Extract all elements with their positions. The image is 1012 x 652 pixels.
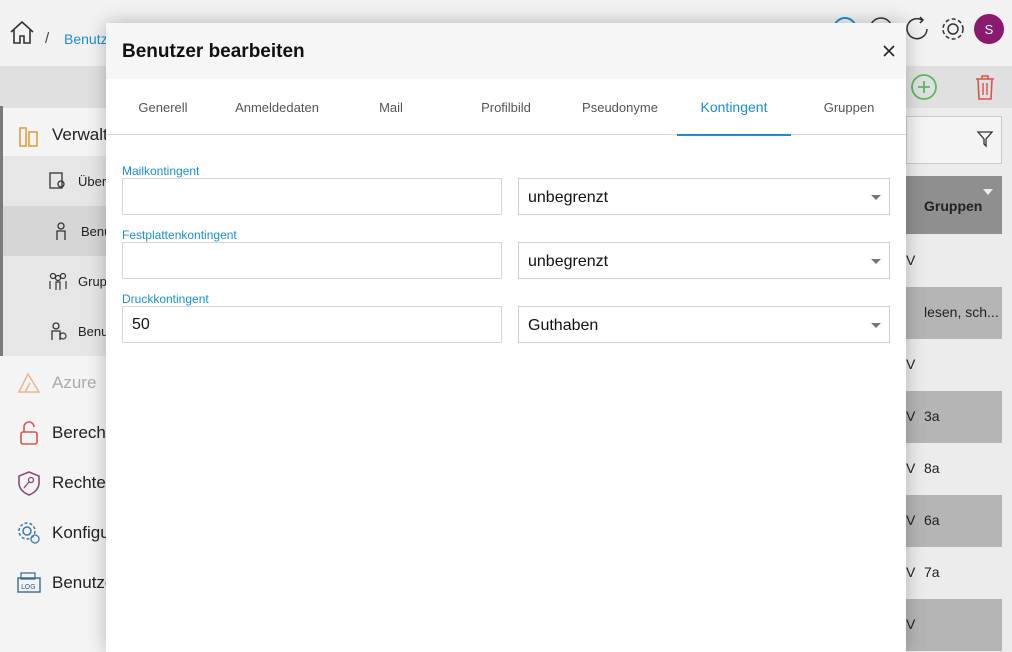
add-circle-icon[interactable] — [909, 72, 939, 102]
sidebar-item-konfiguration[interactable]: Konfigu — [0, 508, 110, 558]
sidebar-item-berechtigungen[interactable]: Berecht — [0, 408, 111, 458]
refresh-icon[interactable] — [902, 14, 932, 44]
print-quota-unit-select[interactable]: Guthaben — [518, 306, 890, 343]
breadcrumb-separator: / — [45, 30, 50, 47]
log-icon: LOG — [17, 572, 41, 593]
tab-anmeldedaten[interactable]: Anmeldedaten — [220, 79, 334, 135]
chevron-down-icon — [871, 323, 881, 328]
trash-icon[interactable] — [972, 72, 998, 102]
sidebar: Verwalt Über Benu Grup Benu Azure Berech… — [0, 108, 114, 652]
svg-text:LOG: LOG — [21, 583, 36, 591]
sidebar-item-label: Berecht — [52, 423, 111, 442]
gear-icon — [18, 522, 40, 544]
sidebar-item-benutzer-info[interactable]: Benu — [0, 306, 109, 356]
home-icon[interactable] — [8, 18, 36, 46]
disk-quota-unit-value: unbegrenzt — [528, 253, 609, 270]
row-prefix: V — [906, 252, 916, 268]
row-cell: 6a — [924, 512, 940, 528]
column-header-label: Gruppen — [924, 198, 983, 214]
table-row[interactable]: V — [906, 339, 1002, 391]
mail-quota-input[interactable] — [122, 178, 502, 215]
tab-mail[interactable]: Mail — [334, 79, 448, 135]
print-quota-label: Druckkontingent — [122, 292, 209, 306]
sidebar-item-gruppen[interactable]: Grup — [0, 256, 107, 306]
sidebar-item-label: Über — [78, 173, 107, 189]
sidebar-item-uebersicht[interactable]: Über — [0, 156, 106, 206]
table-row[interactable]: lesen, sch... — [906, 287, 1002, 339]
person-info-icon — [51, 322, 67, 340]
row-cell: lesen, sch... — [924, 304, 999, 320]
dialog-tabs: Generell Anmeldedaten Mail Profilbild Ps… — [106, 79, 906, 136]
azure-icon — [17, 372, 41, 393]
print-quota-unit-value: Guthaben — [528, 317, 599, 334]
group-icon — [49, 272, 67, 290]
chevron-down-icon — [871, 259, 881, 264]
row-prefix: V — [906, 616, 916, 632]
document-search-icon — [49, 172, 65, 189]
edit-user-dialog: Benutzer bearbeiten Generell Anmeldedate… — [106, 23, 906, 652]
sidebar-item-label: Azure — [52, 373, 97, 392]
tab-gruppen[interactable]: Gruppen — [792, 79, 906, 135]
tab-kontingent[interactable]: Kontingent — [677, 79, 791, 136]
row-prefix: V — [906, 564, 916, 580]
close-icon[interactable] — [880, 42, 898, 60]
lock-open-icon — [20, 421, 38, 445]
chevron-down-icon — [871, 195, 881, 200]
row-cell: 3a — [924, 408, 940, 424]
row-cell: 8a — [924, 460, 940, 476]
table-row[interactable]: V 8a — [906, 443, 1002, 495]
avatar[interactable]: S — [974, 14, 1004, 44]
sort-arrow-icon[interactable] — [983, 189, 993, 195]
table-row[interactable]: V — [906, 599, 1002, 651]
sidebar-item-label: Grup — [78, 273, 107, 289]
row-prefix: V — [906, 408, 916, 424]
mail-quota-unit-value: unbegrenzt — [528, 189, 609, 206]
sidebar-item-label: Benu — [78, 323, 109, 339]
mail-quota-label: Mailkontingent — [122, 164, 200, 178]
dialog-header: Benutzer bearbeiten — [106, 23, 906, 79]
table-row[interactable]: V — [906, 235, 1002, 287]
table-row[interactable]: V 6a — [906, 495, 1002, 547]
tab-pseudonyme[interactable]: Pseudonyme — [563, 79, 677, 135]
sidebar-item-benutzerlog[interactable]: LOG Benutze — [0, 558, 114, 608]
person-icon — [56, 222, 66, 240]
tab-generell[interactable]: Generell — [106, 79, 220, 135]
table-row[interactable]: V 7a — [906, 547, 1002, 599]
dialog-title: Benutzer bearbeiten — [122, 41, 305, 62]
row-prefix: V — [906, 356, 916, 372]
print-quota-input[interactable] — [122, 306, 502, 343]
table-row[interactable]: V 3a — [906, 391, 1002, 443]
sidebar-item-verwaltung[interactable]: Verwalt — [0, 110, 108, 160]
tab-profilbild[interactable]: Profilbild — [449, 79, 563, 135]
breadcrumb-link[interactable]: Benutz — [64, 31, 108, 47]
filter-icon[interactable] — [976, 130, 994, 148]
sidebar-item-rechteverwaltung[interactable]: Rechtev — [0, 458, 114, 508]
row-cell: 7a — [924, 564, 940, 580]
shield-key-icon — [18, 471, 40, 496]
disk-quota-label: Festplattenkontingent — [122, 228, 237, 242]
gear-icon[interactable] — [938, 14, 968, 44]
disk-quota-input[interactable] — [122, 242, 502, 279]
sidebar-rail — [0, 106, 3, 356]
row-prefix: V — [906, 460, 916, 476]
sidebar-item-label: Verwalt — [52, 125, 108, 144]
row-prefix: V — [906, 512, 916, 528]
sidebar-item-azure[interactable]: Azure — [0, 358, 106, 408]
sidebar-item-label: Konfigu — [52, 523, 110, 542]
mail-quota-unit-select[interactable]: unbegrenzt — [518, 178, 890, 215]
sidebar-item-benutzer[interactable]: Benu — [0, 206, 111, 256]
users-building-icon — [19, 127, 38, 147]
disk-quota-unit-select[interactable]: unbegrenzt — [518, 242, 890, 279]
